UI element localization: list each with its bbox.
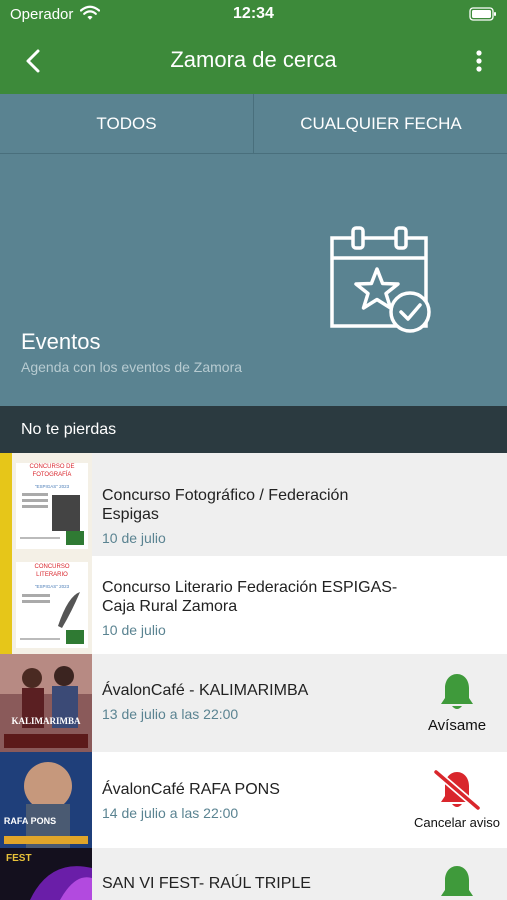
- poster-image: KALIMARIMBA: [0, 654, 92, 752]
- event-date: 10 de julio: [102, 622, 166, 638]
- event-date: 10 de julio: [102, 530, 166, 546]
- filter-date-button[interactable]: CUALQUIER FECHA: [255, 94, 507, 154]
- poster-tag: "ESPIGAS" 2023: [35, 484, 70, 489]
- event-list: CONCURSO DE FOTOGRAFÍA "ESPIGAS" 2023 Co…: [0, 453, 507, 900]
- event-row[interactable]: FEST SAN VI FEST- RAÚL TRIPLE: [0, 848, 507, 900]
- more-options-button[interactable]: [469, 46, 489, 76]
- event-thumbnail: CONCURSO DE FOTOGRAFÍA "ESPIGAS" 2023: [0, 453, 92, 556]
- event-date: 14 de julio a las 22:00: [102, 805, 239, 821]
- notify-button[interactable]: Avísame: [407, 672, 507, 734]
- bell-icon: [441, 866, 473, 896]
- event-thumbnail: FEST: [0, 848, 92, 900]
- event-title: SAN VI FEST- RAÚL TRIPLE: [102, 875, 311, 892]
- poster-artist-name: RAFA PONS: [4, 816, 56, 826]
- event-title: ÁvalonCafé - KALIMARIMBA: [102, 682, 309, 699]
- poster-title-line2: FOTOGRAFÍA: [33, 471, 72, 478]
- event-row[interactable]: RAFA PONS ÁvalonCafé RAFA PONS 14 de jul…: [0, 752, 507, 848]
- poster-tag: "ESPIGAS" 2023: [35, 584, 70, 589]
- nav-bar: Zamora de cerca: [0, 30, 507, 94]
- event-row[interactable]: CONCURSO DE FOTOGRAFÍA "ESPIGAS" 2023 Co…: [0, 453, 507, 556]
- notify-button[interactable]: [407, 864, 507, 900]
- calendar-star-check-icon: [330, 226, 431, 333]
- cancel-notify-button[interactable]: Cancelar aviso: [407, 769, 507, 830]
- hero-banner: Eventos Agenda con los eventos de Zamora: [0, 154, 507, 406]
- poster-title-line1: CONCURSO DE: [29, 464, 74, 470]
- poster-fest-label: FEST: [6, 853, 32, 864]
- poster-image: RAFA PONS: [0, 752, 92, 848]
- status-time: 12:34: [233, 5, 274, 22]
- poster-title-line1: CONCURSO: [34, 564, 69, 570]
- status-bar: Operador 12:34: [0, 0, 507, 30]
- notify-label: Avísame: [427, 717, 487, 734]
- bell-slash-icon: [433, 769, 481, 811]
- battery-icon: [469, 7, 496, 21]
- event-title: ÁvalonCafé RAFA PONS: [102, 781, 280, 798]
- event-thumbnail: KALIMARIMBA: [0, 654, 92, 752]
- page-title: Zamora de cerca: [170, 47, 337, 72]
- poster-image: CONCURSO LITERARIO "ESPIGAS" 2023: [0, 556, 92, 654]
- poster-image: CONCURSO DE FOTOGRAFÍA "ESPIGAS" 2023: [0, 453, 92, 556]
- event-thumbnail: CONCURSO LITERARIO "ESPIGAS" 2023: [0, 556, 92, 654]
- event-date: 13 de julio a las 22:00: [102, 706, 239, 722]
- filter-bar: TODOS CUALQUIER FECHA: [0, 94, 507, 154]
- event-title: Concurso Fotográfico / Federación Espiga…: [102, 487, 349, 523]
- event-row[interactable]: CONCURSO LITERARIO "ESPIGAS" 2023 Concur…: [0, 556, 507, 654]
- cancel-notify-label: Cancelar aviso: [414, 815, 500, 830]
- hero-subtitle: Agenda con los eventos de Zamora: [21, 359, 243, 375]
- event-title: Concurso Literario Federación ESPIGAS-Ca…: [102, 579, 398, 615]
- event-thumbnail: RAFA PONS: [0, 752, 92, 848]
- filter-all-button[interactable]: TODOS: [0, 94, 254, 154]
- poster-title-line2: LITERARIO: [36, 572, 68, 578]
- hero-title: Eventos: [21, 329, 101, 354]
- poster-band-name: KALIMARIMBA: [12, 716, 81, 726]
- bell-icon: [441, 674, 473, 709]
- poster-image: FEST: [0, 848, 92, 900]
- section-header: No te pierdas: [0, 406, 507, 453]
- event-row[interactable]: KALIMARIMBA ÁvalonCafé - KALIMARIMBA 13 …: [0, 654, 507, 752]
